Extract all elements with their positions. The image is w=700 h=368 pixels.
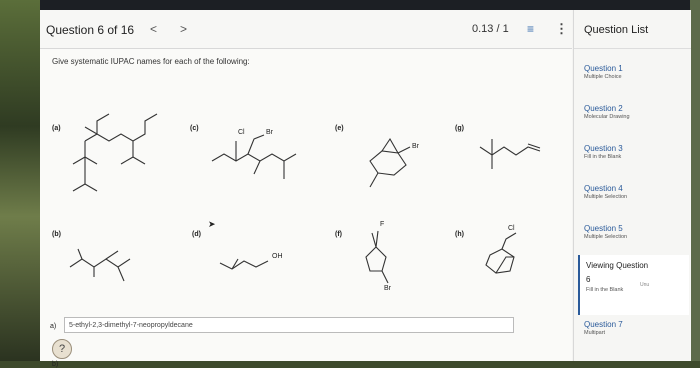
divider [574,48,691,49]
question-item-3[interactable]: Question 3 Fill in the Blank [584,144,623,160]
viewing-title: Viewing Question [586,261,649,270]
question-item-1[interactable]: Question 1 Multiple Choice [584,64,623,80]
question-item-7[interactable]: Question 7 Multipart [584,320,623,336]
atom-br-e: Br [412,143,419,150]
molecule-drawings [69,113,541,284]
atom-oh-d: OH [272,253,283,260]
atom-br-c: Br [266,129,273,136]
mol-g-chain [479,146,541,156]
side-tag: Unu [640,282,650,288]
question-item-type: Fill in the Blank [584,154,622,160]
mol-h-ring [485,248,515,274]
background-left [0,0,40,361]
question-item-type: Multiple Selection [584,234,628,240]
more-options-icon[interactable]: ⋮ [555,21,568,37]
question-item-title: Question 1 [584,64,623,73]
question-item-title: Question 7 [584,320,623,329]
answer-a-input[interactable]: 5-ethyl-2,3-dimethyl-7-neopropyldecane [64,317,514,333]
panel-title: Question List [584,24,649,36]
viewing-type: Fill in the Blank [586,287,624,293]
question-header: Question 6 of 16 < > 0.13 / 1 ≡ ⋮ [40,10,572,49]
question-item-type: Multipart [584,330,606,336]
question-item-4[interactable]: Question 4 Multiple Selection [584,184,627,200]
question-item-title: Question 5 [584,224,623,233]
question-item-2[interactable]: Question 2 Molecular Drawing [584,104,630,120]
mol-c-bond [211,153,297,162]
mol-e-ring [369,150,407,176]
question-item-type: Multiple Selection [584,194,628,200]
monitor-bezel-top [0,0,700,10]
next-question-button[interactable]: > [180,22,187,36]
question-list-icon[interactable]: ≡ [527,22,534,36]
atom-br-f: Br [384,285,391,292]
mol-d-chain [219,260,269,270]
question-title: Question 6 of 16 [46,23,135,37]
question-item-title: Question 3 [584,144,623,153]
viewing-number: 6 [586,275,591,284]
question-item-type: Multiple Choice [584,74,622,80]
question-item-5[interactable]: Question 5 Multiple Selection [584,224,627,240]
current-question-item[interactable]: Viewing Question 6 Fill in the Blank [578,255,689,315]
atom-cl-c: Cl [238,129,245,136]
question-list-panel: Question List Question 1 Multiple Choice… [573,10,691,361]
atom-cl-h: Cl [508,225,515,232]
question-item-title: Question 4 [584,184,623,193]
question-item-title: Question 2 [584,104,623,113]
mol-b-chain [69,258,131,268]
answer-b-label: b) [52,361,59,368]
score-display: 0.13 / 1 [472,23,509,35]
background-right [690,0,700,361]
question-item-type: Molecular Drawing [584,114,630,120]
mol-a-bond [84,113,110,142]
screen: Question 6 of 16 < > 0.13 / 1 ≡ ⋮ Give s… [40,10,691,368]
prev-question-button[interactable]: < [150,22,157,36]
question-content: Give systematic IUPAC names for each of … [40,49,572,368]
help-icon[interactable]: ? [52,339,72,359]
answer-a-label: a) [50,323,57,330]
mouse-cursor-icon: ➤ [208,219,216,229]
atom-f-f: F [380,221,385,228]
mol-f-ring [365,246,387,272]
